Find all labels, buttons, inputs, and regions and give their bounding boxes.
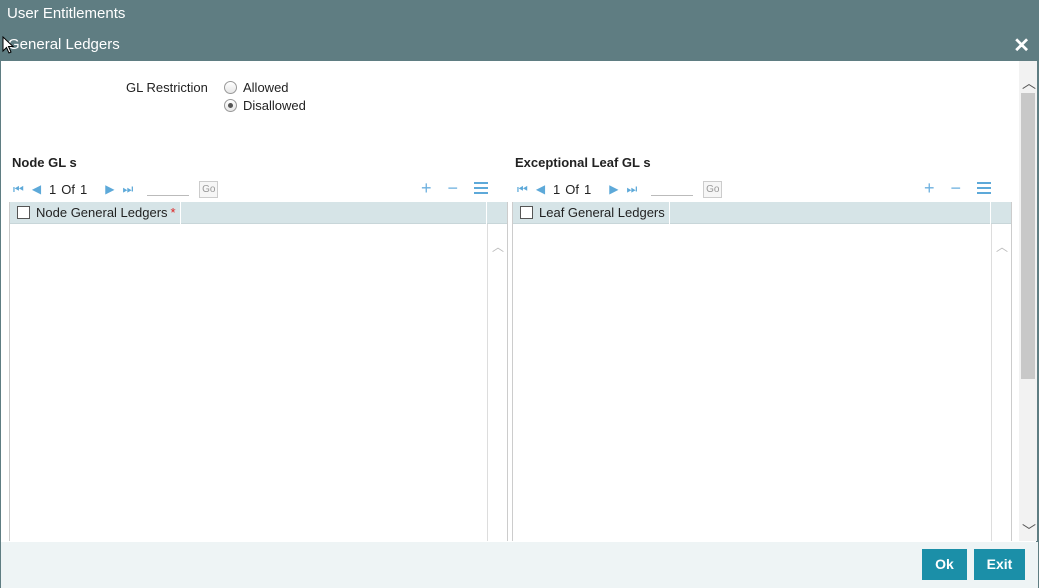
node-grid-header: Node General Ledgers * (10, 201, 507, 224)
delete-row-icon[interactable]: − (951, 179, 962, 197)
radio-disallowed[interactable]: Disallowed (224, 98, 306, 113)
radio-disallowed-button[interactable] (224, 99, 237, 112)
node-select-all-checkbox[interactable] (17, 206, 30, 219)
scroll-up-icon[interactable]: ︿ (996, 238, 1008, 255)
delete-row-icon[interactable]: − (448, 179, 459, 197)
node-general-ledgers-column[interactable]: Node General Ledgers * (36, 201, 181, 224)
add-row-icon[interactable]: + (924, 179, 935, 197)
leaf-go-button[interactable]: Go (703, 180, 723, 198)
radio-allowed-button[interactable] (224, 81, 237, 94)
header-separator (486, 202, 487, 224)
single-view-icon[interactable] (977, 179, 992, 197)
gl-restriction-label: GL Restriction (126, 80, 208, 95)
first-page-icon[interactable]: ⏮ (517, 182, 528, 197)
first-page-icon[interactable]: ⏮ (13, 182, 24, 197)
dialog-header: General Ledgers ✕ (1, 29, 1038, 61)
leaf-grid-tools: + − (908, 179, 992, 197)
radio-allowed-label: Allowed (243, 80, 289, 95)
node-go-button[interactable]: Go (199, 180, 219, 198)
window-title: User Entitlements (0, 0, 1039, 28)
ok-button[interactable]: Ok (922, 549, 967, 580)
node-page-total: 1 (80, 181, 88, 197)
node-page-of: Of (61, 181, 76, 197)
leaf-general-ledgers-column[interactable]: Leaf General Ledgers (539, 201, 670, 224)
add-row-icon[interactable]: + (421, 179, 432, 197)
single-view-icon[interactable] (474, 179, 489, 197)
leaf-page-current: 1 (553, 181, 561, 197)
required-asterisk: * (170, 204, 176, 220)
next-page-icon[interactable]: ▶ (609, 182, 618, 196)
leaf-column-label: Leaf General Ledgers (539, 204, 665, 220)
dialog-title: General Ledgers (8, 36, 120, 53)
next-page-icon[interactable]: ▶ (105, 182, 114, 196)
node-page-current: 1 (49, 181, 57, 197)
leaf-gl-section-title: Exceptional Leaf GL s (515, 155, 651, 170)
node-grid-scrollbar[interactable]: ︿ (487, 224, 507, 541)
leaf-select-all-checkbox[interactable] (520, 206, 533, 219)
scroll-up-icon[interactable]: ︿ (492, 238, 504, 255)
node-column-label: Node General Ledgers (36, 204, 168, 220)
dialog-scrollbar[interactable]: ︿ ﹀ (1019, 61, 1037, 541)
exit-button[interactable]: Exit (974, 549, 1025, 580)
leaf-gl-grid: Leaf General Ledgers ︿ (512, 201, 1012, 541)
scrollbar-thumb[interactable] (1021, 93, 1035, 379)
previous-page-icon[interactable]: ◀ (536, 182, 545, 196)
leaf-page-input[interactable] (651, 182, 694, 196)
node-gl-pager: ⏮ ◀ 1 Of 1 ▶ ⏭ Go (13, 180, 219, 198)
close-icon[interactable]: ✕ (1013, 33, 1030, 58)
general-ledgers-dialog: General Ledgers ✕ GL Restriction Allowed… (0, 28, 1038, 588)
node-gl-grid: Node General Ledgers * ︿ (9, 201, 508, 541)
radio-disallowed-label: Disallowed (243, 98, 306, 113)
radio-allowed[interactable]: Allowed (224, 80, 289, 95)
node-page-input[interactable] (147, 182, 190, 196)
last-page-icon[interactable]: ⏭ (122, 182, 133, 197)
header-separator (990, 202, 991, 224)
last-page-icon[interactable]: ⏭ (626, 182, 637, 197)
node-grid-tools: + − (405, 179, 489, 197)
dialog-footer: Ok Exit (1, 542, 1038, 588)
leaf-page-total: 1 (584, 181, 592, 197)
node-gl-section-title: Node GL s (12, 155, 77, 170)
previous-page-icon[interactable]: ◀ (32, 182, 41, 196)
dialog-content: GL Restriction Allowed Disallowed Node G… (1, 61, 1019, 541)
scroll-down-icon[interactable]: ﹀ (1022, 521, 1036, 541)
scroll-up-icon[interactable]: ︿ (1022, 73, 1036, 93)
leaf-gl-pager: ⏮ ◀ 1 Of 1 ▶ ⏭ Go (517, 180, 723, 198)
mouse-cursor-icon (2, 36, 14, 54)
leaf-grid-header: Leaf General Ledgers (513, 201, 1011, 224)
leaf-page-of: Of (565, 181, 580, 197)
leaf-grid-scrollbar[interactable]: ︿ (991, 224, 1011, 541)
